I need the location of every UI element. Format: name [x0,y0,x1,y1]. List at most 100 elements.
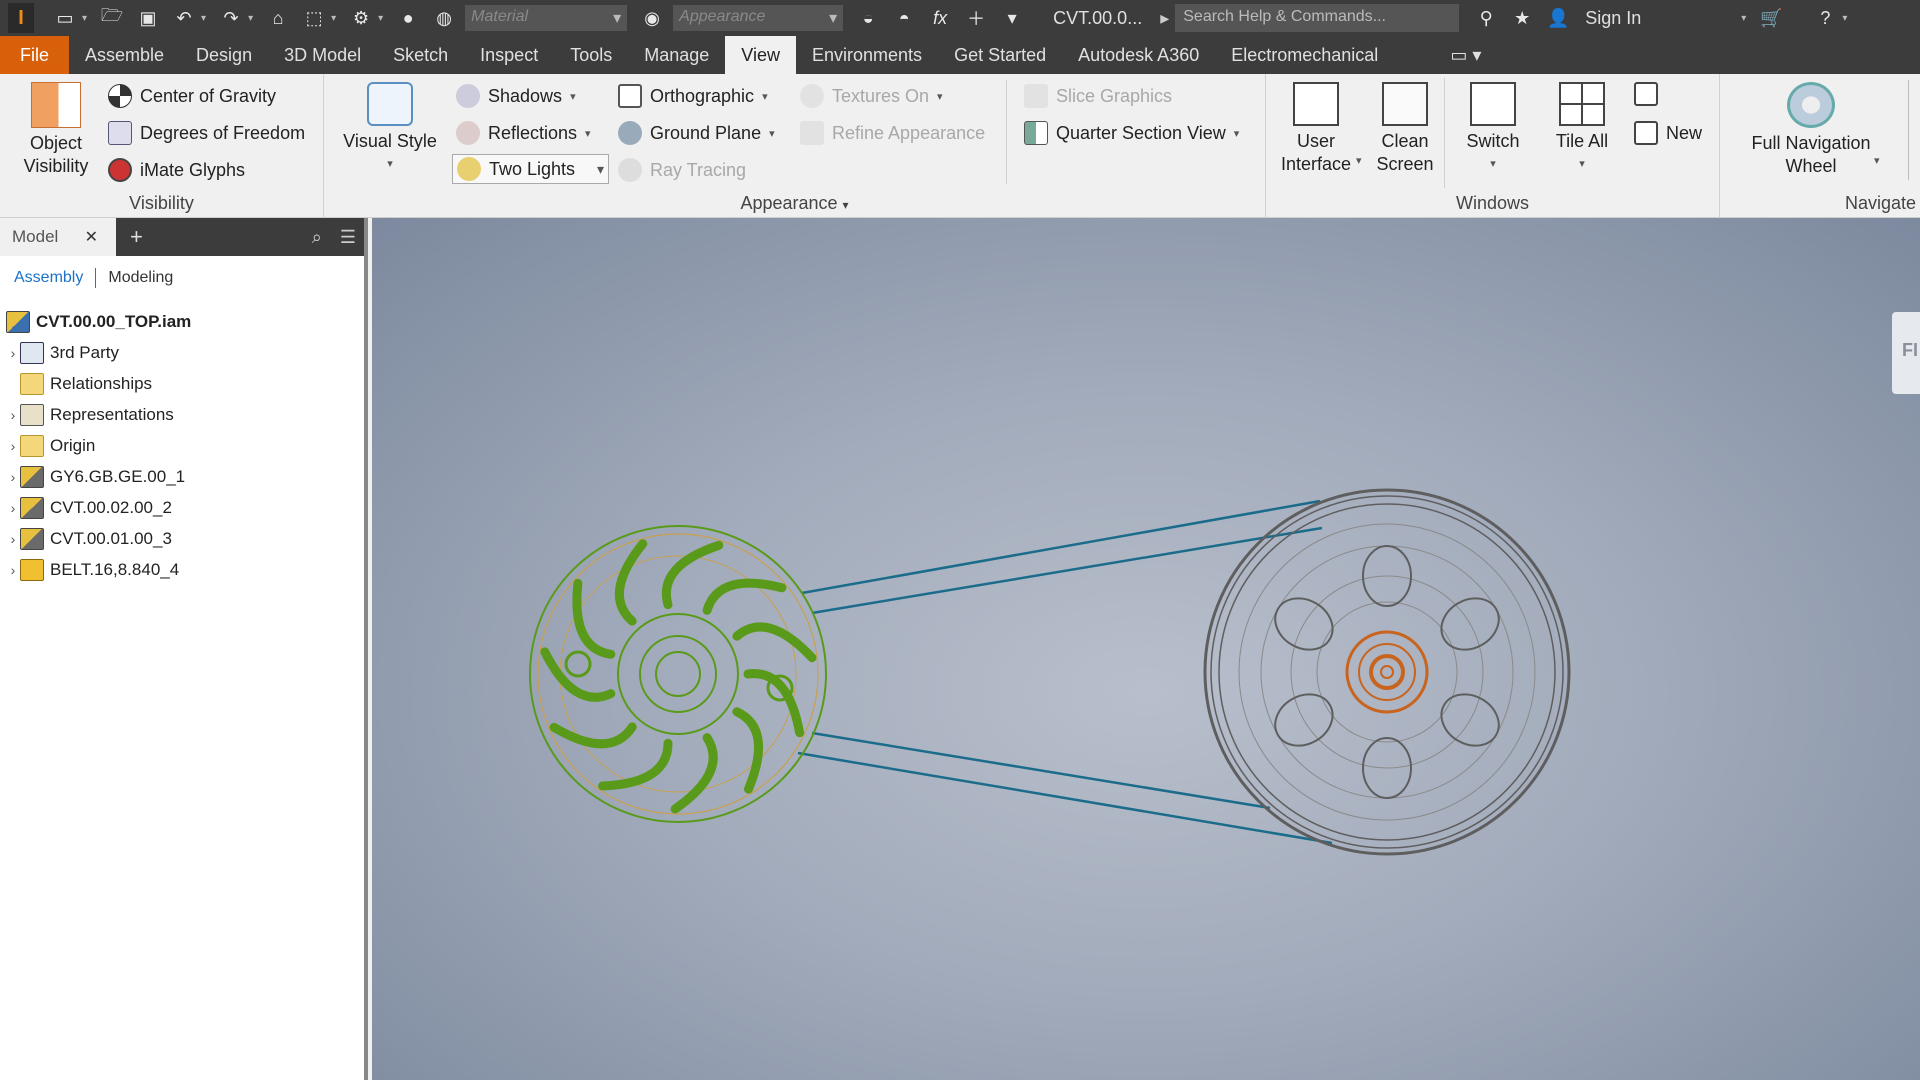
redo-icon[interactable]: ↷ [216,3,246,33]
textures-on-button[interactable]: Textures On ▾ [800,84,943,108]
imate-glyphs-button[interactable]: iMate Glyphs [108,158,245,182]
menu-icon[interactable]: ☰ [340,227,356,248]
switch-button[interactable]: Switch ▾ [1456,82,1530,176]
tab-3d-model[interactable]: 3D Model [268,36,377,74]
help-search-input[interactable]: Search Help & Commands... [1175,4,1460,32]
search-icon[interactable]: ⌕ [312,227,322,248]
navigate-tools-strip[interactable] [1908,80,1920,180]
tab-options-dropdown[interactable]: ▭ ▾ [1434,36,1497,74]
close-icon[interactable]: ✕ [85,227,98,247]
tab-environments[interactable]: Environments [796,36,938,74]
slice-graphics-button[interactable]: Slice Graphics [1024,84,1172,108]
cart-icon[interactable]: 🛒 [1756,3,1786,33]
tile-all-button[interactable]: Tile All ▾ [1544,82,1620,176]
ground-plane-button[interactable]: Ground Plane ▾ [618,121,775,145]
open-icon[interactable]: 🗁 [97,3,127,33]
new-window-button[interactable]: New [1634,121,1702,145]
save-icon[interactable]: ▣ [133,3,163,33]
clean-screen-button[interactable]: Clean Screen [1368,82,1442,176]
home-icon[interactable]: ⌂ [263,3,293,33]
lighting-select[interactable]: Two Lights ▾ [452,154,610,184]
belt[interactable] [797,499,1333,845]
expand-chevron-icon[interactable]: › [0,531,20,547]
cvt-assembly-model[interactable] [372,218,1920,1080]
viewcube[interactable]: FI [1892,312,1920,394]
fx-icon[interactable]: fx [925,3,955,33]
quarter-section-view-button[interactable]: Quarter Section View ▾ [1024,121,1239,145]
globe-icon[interactable]: ◍ [429,3,459,33]
user-interface-dropdown-icon[interactable]: ▾ [1356,154,1362,167]
tree-root[interactable]: CVT.00.00_TOP.iam [0,306,364,337]
tab-electromechanical[interactable]: Electromechanical [1215,36,1394,74]
add-tab-icon[interactable]: + [130,224,143,250]
shadows-button[interactable]: Shadows ▾ [456,84,576,108]
measure-icon[interactable]: ● [393,3,423,33]
visual-style-button[interactable]: Visual Style ▾ [338,82,442,176]
appearance-select[interactable]: Appearance [673,5,844,31]
appearance-panel-title[interactable]: Appearance ▾ [324,193,1265,214]
material-select[interactable]: Material [465,5,628,31]
tab-autodesk-a360[interactable]: Autodesk A360 [1062,36,1215,74]
update-dropdown-caret[interactable]: ▾ [378,13,383,24]
expand-chevron-icon[interactable]: › [0,500,20,516]
tab-sketch[interactable]: Sketch [377,36,464,74]
favorites-star-icon[interactable]: ★ [1507,3,1537,33]
tree-item[interactable]: › BELT.16,8.840_4 [0,554,364,585]
tree-item[interactable]: › GY6.GB.GE.00_1 [0,461,364,492]
orthographic-button[interactable]: Orthographic ▾ [618,84,768,108]
expand-chevron-icon[interactable]: › [0,469,20,485]
tab-file[interactable]: File [0,36,70,74]
center-of-gravity-button[interactable]: Center of Gravity [108,84,276,108]
degrees-of-freedom-button[interactable]: Degrees of Freedom [108,121,305,145]
tree-item[interactable]: › Origin [0,430,364,461]
title-expand-icon[interactable]: ▸ [1160,8,1169,29]
subtab-modeling[interactable]: Modeling [108,269,173,287]
model-tab[interactable]: Model ✕ [0,218,116,256]
tab-design[interactable]: Design [180,36,268,74]
user-interface-button[interactable]: User Interface [1278,82,1354,176]
inventor-app-icon[interactable]: I [8,3,34,33]
sign-in-dropdown-caret[interactable]: ▾ [1741,13,1746,24]
navigation-wheel-dropdown-icon[interactable]: ▾ [1874,154,1880,167]
binoculars-icon[interactable]: ⚲ [1471,3,1501,33]
expand-chevron-icon[interactable]: › [0,345,20,361]
undo-dropdown-caret[interactable]: ▾ [201,13,206,24]
plus-icon[interactable]: ＋ [961,3,991,33]
help-icon[interactable]: ? [1810,3,1840,33]
tab-get-started[interactable]: Get Started [938,36,1062,74]
full-navigation-wheel-button[interactable]: Full Navigation Wheel [1736,82,1886,178]
tree-item[interactable]: Relationships [0,368,364,399]
undo-icon[interactable]: ↶ [169,3,199,33]
driven-pulley-clutch[interactable] [1203,488,1571,856]
tab-manage[interactable]: Manage [628,36,725,74]
tab-tools[interactable]: Tools [554,36,628,74]
tab-view[interactable]: View [725,36,796,74]
select-icon[interactable]: ⬚ [299,3,329,33]
tree-item[interactable]: › Representations [0,399,364,430]
tree-item[interactable]: › 3rd Party [0,337,364,368]
select-dropdown-caret[interactable]: ▾ [331,13,336,24]
reflections-button[interactable]: Reflections ▾ [456,121,591,145]
redo-dropdown-caret[interactable]: ▾ [248,13,253,24]
drive-pulley-fan[interactable] [529,525,827,823]
sign-in-button[interactable]: Sign In [1585,8,1641,29]
tree-item[interactable]: › CVT.00.01.00_3 [0,523,364,554]
ray-tracing-button[interactable]: Ray Tracing [618,158,746,182]
new-file-icon[interactable]: ▭ [50,3,80,33]
graphics-viewport[interactable]: FI [372,218,1920,1080]
subtab-assembly[interactable]: Assembly [14,269,83,287]
object-visibility-button[interactable]: Object Visibility [14,82,98,178]
tab-assemble[interactable]: Assemble [69,36,180,74]
update-icon[interactable]: ⚙ [346,3,376,33]
cascade-button[interactable] [1634,82,1666,106]
clear-appearance-icon[interactable]: ◓ [889,3,919,33]
tab-inspect[interactable]: Inspect [464,36,554,74]
adjust-appearance-icon[interactable]: ◒ [853,3,883,33]
tree-item[interactable]: › CVT.00.02.00_2 [0,492,364,523]
new-dropdown-caret[interactable]: ▾ [82,13,87,24]
expand-chevron-icon[interactable]: › [0,407,20,423]
expand-chevron-icon[interactable]: › [0,438,20,454]
expand-chevron-icon[interactable]: › [0,562,20,578]
help-dropdown-caret[interactable]: ▾ [1842,13,1847,24]
refine-appearance-button[interactable]: Refine Appearance [800,121,985,145]
